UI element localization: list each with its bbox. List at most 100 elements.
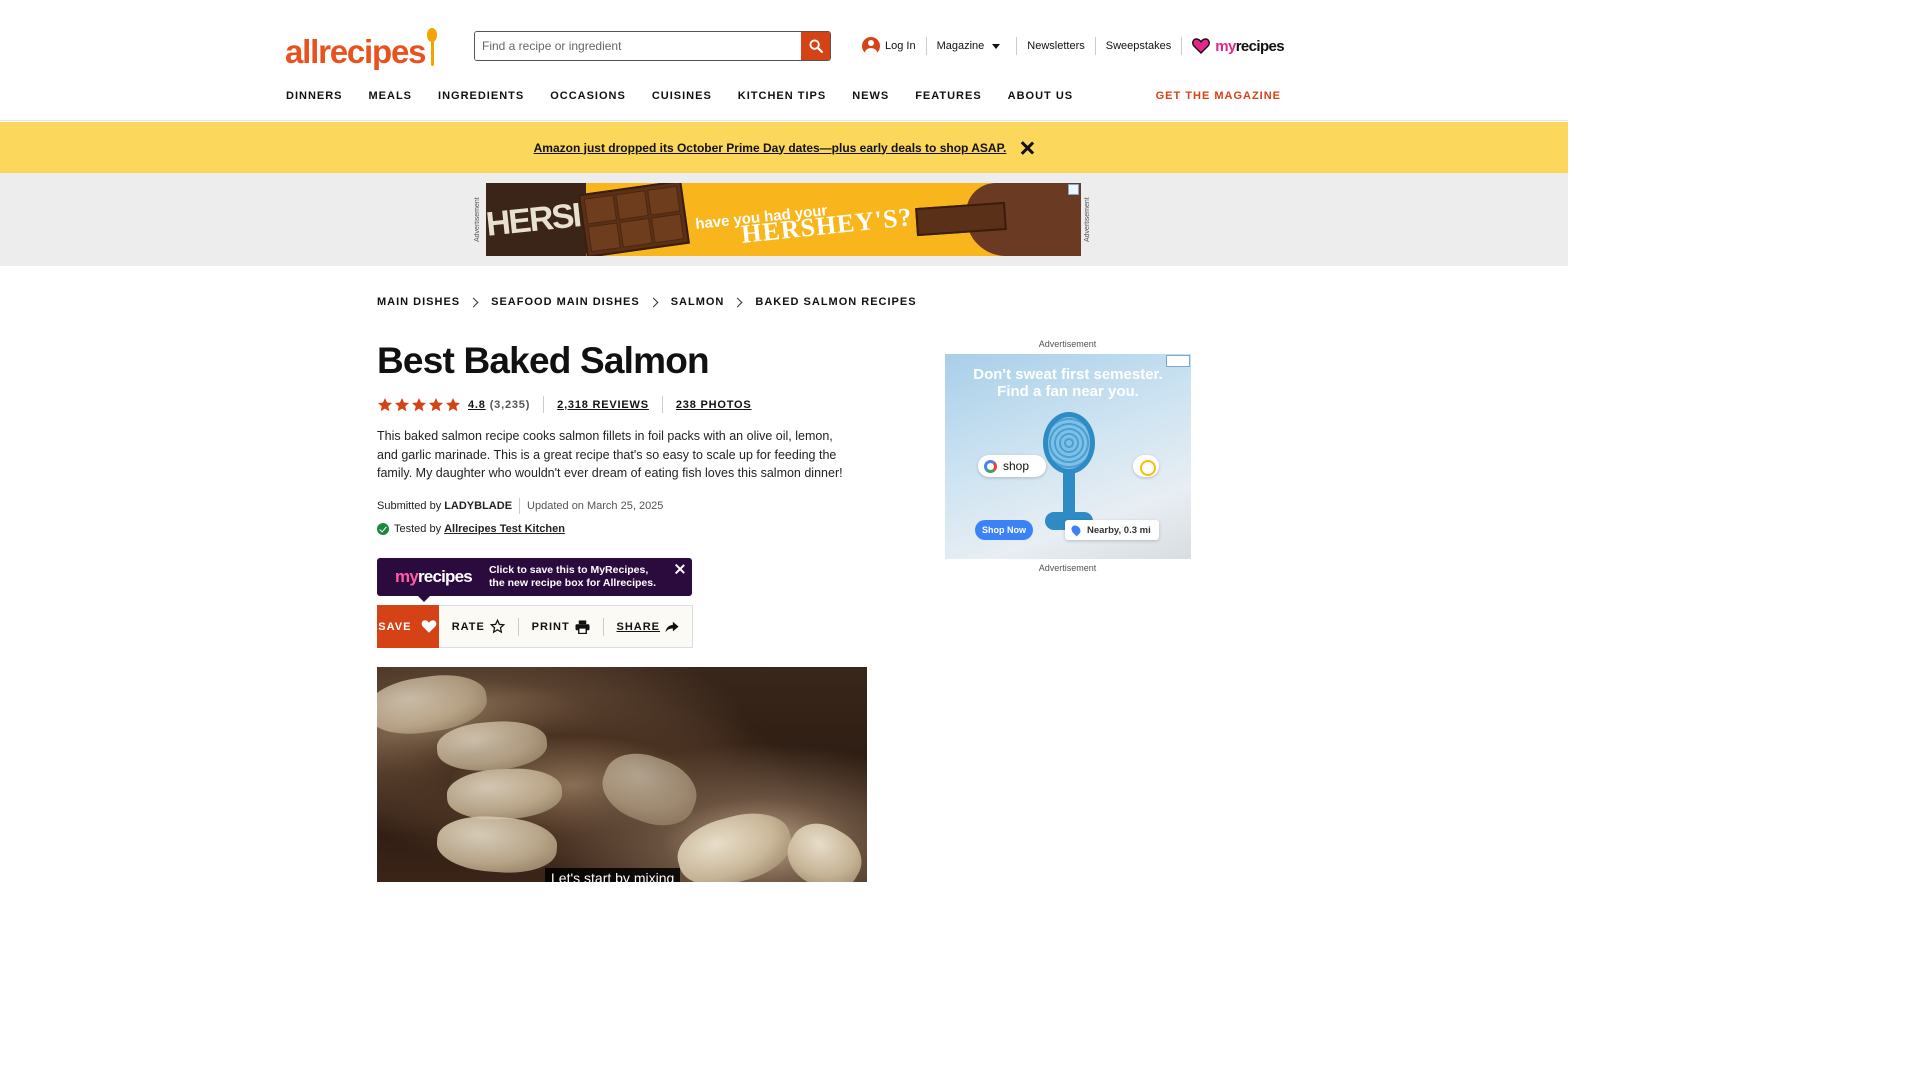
- chevron-right-icon: [468, 297, 479, 307]
- search-input[interactable]: [475, 32, 801, 60]
- check-icon: [377, 523, 389, 535]
- rating-value[interactable]: 4.8: [468, 399, 486, 411]
- nav-item-meals[interactable]: MEALS: [369, 90, 413, 102]
- photos-link[interactable]: 238 PHOTOS: [676, 399, 752, 411]
- ad-label: Advertisement: [474, 197, 481, 242]
- top-ad-band: Advertisement HERSI have you had your HE…: [0, 173, 1568, 266]
- fan-ad[interactable]: Don't sweat first semester. Find a fan n…: [945, 354, 1191, 559]
- byline: Submitted by LADYBLADE Updated on March …: [377, 498, 663, 514]
- recipe-description: This baked salmon recipe cooks salmon fi…: [377, 429, 843, 480]
- printer-icon: [575, 619, 590, 634]
- nearby-pill: Nearby, 0.3 mi: [1065, 520, 1159, 540]
- close-icon[interactable]: [675, 564, 685, 574]
- breadcrumb: MAIN DISHES SEAFOOD MAIN DISHES SALMON B…: [377, 296, 917, 308]
- divider: [519, 498, 521, 514]
- shop-label: shop: [1003, 459, 1030, 473]
- breadcrumb-baked-salmon-recipes[interactable]: BAKED SALMON RECIPES: [755, 296, 916, 308]
- chevron-right-icon: [732, 297, 743, 307]
- newsletters-label: Newsletters: [1027, 40, 1085, 52]
- breadcrumb-seafood-main-dishes[interactable]: SEAFOOD MAIN DISHES: [491, 296, 640, 308]
- tested-by: Tested by Allrecipes Test Kitchen: [377, 523, 565, 535]
- utility-nav: Log In Magazine Newsletters Sweepstakes …: [862, 37, 1294, 55]
- nav-item-occasions[interactable]: OCCASIONS: [550, 90, 626, 102]
- print-label: PRINT: [531, 620, 570, 633]
- login-link[interactable]: Log In: [862, 37, 926, 55]
- updated-date: Updated on March 25, 2025: [527, 500, 664, 512]
- video-frame-shape: [777, 812, 867, 882]
- ad-wrapper-text: HERSI: [486, 196, 582, 244]
- save-label: SAVE: [378, 620, 412, 633]
- myrecipes-wordmark: myrecipes: [395, 567, 473, 586]
- heart-icon: [1192, 38, 1211, 54]
- myrecipes-wordmark: myrecipes: [1215, 37, 1285, 55]
- nav-item-features[interactable]: FEATURES: [915, 90, 981, 102]
- share-label: SHARE: [616, 620, 661, 633]
- nav-item-news[interactable]: NEWS: [852, 90, 889, 102]
- ad-headline-1: Don't sweat first semester.: [973, 366, 1163, 383]
- adchoices-icon[interactable]: [1166, 355, 1190, 367]
- hershey-ad[interactable]: HERSI have you had your HERSHEY'S?: [486, 183, 1081, 256]
- login-label: Log In: [885, 40, 916, 52]
- video-frame-shape: [670, 803, 799, 882]
- star-rating[interactable]: [377, 397, 461, 413]
- fan-stand-image: [1063, 470, 1075, 518]
- lens-icon: [1133, 455, 1159, 477]
- spoon-icon: [426, 28, 438, 68]
- main-nav: DINNERS MEALS INGREDIENTS OCCASIONS CUIS…: [286, 90, 1099, 102]
- star-icon: [395, 397, 409, 411]
- recipe-video[interactable]: Let's start by mixing: [377, 667, 867, 882]
- page-title: Best Baked Salmon: [377, 340, 710, 381]
- ad-label: Advertisement: [1038, 339, 1097, 349]
- promo-banner: Amazon just dropped its October Prime Da…: [0, 122, 1568, 173]
- sweepstakes-link[interactable]: Sweepstakes: [1096, 37, 1181, 55]
- caret-down-icon: [992, 43, 1001, 49]
- reviews-link[interactable]: 2,318 REVIEWS: [557, 399, 649, 411]
- shop-now-button[interactable]: Shop Now: [975, 520, 1033, 540]
- search-button[interactable]: [801, 32, 830, 60]
- breadcrumb-salmon[interactable]: SALMON: [671, 296, 725, 308]
- adchoices-icon[interactable]: [1068, 184, 1079, 195]
- myrecipes-link[interactable]: myrecipes: [1182, 37, 1294, 55]
- get-magazine-link[interactable]: GET THE MAGAZINE: [1156, 90, 1281, 102]
- author-link[interactable]: LADYBLADE: [444, 500, 512, 512]
- sweepstakes-label: Sweepstakes: [1105, 40, 1172, 52]
- chocolate-bar-image: [578, 183, 690, 256]
- nearby-label: Nearby, 0.3 mi: [1087, 524, 1151, 536]
- tooltip-text: Click to save this to MyRecipes, the new…: [489, 564, 656, 590]
- rate-button[interactable]: RATE: [439, 606, 518, 647]
- search-icon: [808, 39, 823, 53]
- share-button[interactable]: SHARE: [604, 606, 693, 647]
- submitted-label: Submitted by: [377, 500, 442, 512]
- ad-headline-2: Find a fan near you.: [997, 383, 1139, 400]
- allrecipes-logo[interactable]: allrecipes: [285, 24, 438, 68]
- nav-item-dinners[interactable]: DINNERS: [286, 90, 343, 102]
- divider: [543, 396, 545, 413]
- save-button[interactable]: SAVE: [377, 605, 439, 648]
- site-header: allrecipes Log In Magazine Newsletters S…: [0, 0, 1568, 121]
- myrecipes-tooltip[interactable]: myrecipes Click to save this to MyRecipe…: [377, 558, 692, 602]
- ad-headline: Don't sweat first semester. Find a fan n…: [945, 366, 1191, 400]
- close-icon[interactable]: [1020, 141, 1034, 155]
- video-frame-shape: [435, 812, 559, 877]
- test-kitchen-link[interactable]: Allrecipes Test Kitchen: [444, 523, 565, 535]
- video-frame-shape: [445, 766, 564, 822]
- location-pin-icon: [1069, 523, 1083, 537]
- share-arrow-icon: [665, 621, 679, 632]
- newsletters-link[interactable]: Newsletters: [1017, 37, 1094, 55]
- ad-wrapper-image: HERSI: [486, 183, 586, 256]
- nav-item-cuisines[interactable]: CUISINES: [652, 90, 712, 102]
- breadcrumb-main-dishes[interactable]: MAIN DISHES: [377, 296, 460, 308]
- nav-item-kitchen-tips[interactable]: KITCHEN TIPS: [738, 90, 826, 102]
- star-outline-icon: [489, 619, 505, 634]
- nav-item-about-us[interactable]: ABOUT US: [1008, 90, 1073, 102]
- print-button[interactable]: PRINT: [519, 606, 603, 647]
- promo-link[interactable]: Amazon just dropped its October Prime Da…: [534, 141, 1007, 155]
- rating-row: 4.8 (3,235) 2,318 REVIEWS 238 PHOTOS: [377, 396, 752, 413]
- star-icon: [429, 397, 443, 411]
- nav-item-ingredients[interactable]: INGREDIENTS: [438, 90, 524, 102]
- star-icon: [378, 397, 392, 411]
- ad-label: Advertisement: [1084, 197, 1091, 242]
- logo-wordmark: allrecipes: [285, 33, 426, 70]
- magazine-dropdown[interactable]: Magazine: [927, 37, 1011, 55]
- tooltip-line-1: Click to save this to MyRecipes,: [488, 564, 649, 576]
